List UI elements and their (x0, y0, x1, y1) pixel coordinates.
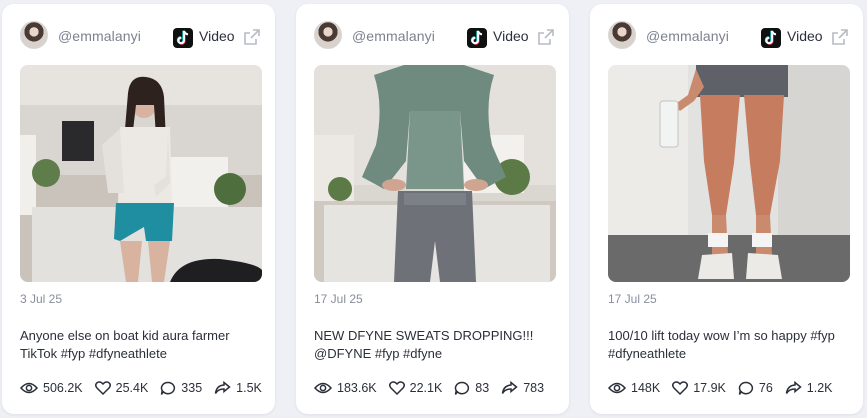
post-stats: 506.2K 25.4K 335 1.5K (20, 379, 274, 397)
tiktok-icon (761, 28, 781, 48)
heart-icon (672, 381, 689, 395)
tiktok-icon (173, 28, 193, 48)
comments-stat: 335 (160, 381, 202, 396)
post-card[interactable]: @emmalanyi Video (590, 4, 863, 414)
post-card[interactable]: @emmalanyi Video (2, 4, 275, 414)
shares-count: 1.5K (236, 381, 262, 395)
likes-count: 22.1K (409, 381, 443, 395)
post-caption: Anyone else on boat kid aura farmer TikT… (20, 328, 230, 361)
post-header: @emmalanyi Video (2, 4, 275, 62)
comment-icon (161, 381, 176, 395)
post-date: 3 Jul 25 (20, 292, 63, 306)
likes-stat: 22.1K (388, 381, 443, 395)
username[interactable]: @emmalanyi (646, 28, 729, 44)
avatar[interactable] (20, 21, 48, 49)
eye-icon (608, 382, 626, 394)
likes-count: 25.4K (115, 381, 149, 395)
avatar[interactable] (608, 21, 636, 49)
username[interactable]: @emmalanyi (58, 28, 141, 44)
share-icon (214, 381, 231, 394)
comment-icon (455, 381, 470, 395)
avatar[interactable] (314, 21, 342, 49)
eye-icon (314, 382, 332, 394)
post-caption: NEW DFYNE SWEATS DROPPING!!! @DFYNE #fyp… (314, 328, 534, 361)
comments-count: 335 (181, 381, 203, 395)
external-link-icon[interactable] (831, 28, 849, 46)
post-header: @emmalanyi Video (296, 4, 569, 62)
comments-count: 76 (758, 381, 773, 395)
external-link-icon[interactable] (243, 28, 261, 46)
video-thumbnail[interactable] (314, 65, 556, 282)
shares-stat: 1.5K (214, 381, 262, 395)
post-header: @emmalanyi Video (590, 4, 863, 62)
views-stat: 506.2K (20, 381, 83, 395)
likes-stat: 17.9K (672, 381, 726, 395)
comments-count: 83 (475, 381, 490, 395)
video-thumbnail[interactable] (20, 65, 262, 282)
likes-count: 17.9K (693, 381, 726, 395)
post-date: 17 Jul 25 (608, 292, 657, 306)
share-icon (785, 381, 802, 394)
post-card[interactable]: @emmalanyi Video (296, 4, 569, 414)
video-thumbnail[interactable] (608, 65, 850, 282)
platform-label: Video (199, 28, 235, 44)
views-count: 148K (631, 381, 661, 395)
post-date: 17 Jul 25 (314, 292, 363, 306)
heart-icon (94, 381, 111, 395)
post-stats: 183.6K 22.1K 83 783 (314, 379, 556, 397)
comment-icon (738, 381, 753, 395)
platform-label: Video (493, 28, 529, 44)
shares-stat: 1.2K (785, 381, 833, 395)
external-link-icon[interactable] (537, 28, 555, 46)
share-icon (501, 381, 518, 394)
shares-stat: 783 (501, 381, 544, 395)
eye-icon (20, 382, 38, 394)
likes-stat: 25.4K (94, 381, 149, 395)
comments-stat: 76 (738, 381, 773, 396)
views-count: 183.6K (337, 381, 377, 395)
tiktok-icon (467, 28, 487, 48)
platform-label: Video (787, 28, 823, 44)
post-caption: 100/10 lift today wow I’m so happy #fyp … (608, 328, 835, 361)
shares-count: 1.2K (806, 381, 833, 395)
views-stat: 148K (608, 381, 660, 395)
comments-stat: 83 (454, 381, 489, 396)
views-stat: 183.6K (314, 381, 377, 395)
username[interactable]: @emmalanyi (352, 28, 435, 44)
post-stats: 148K 17.9K 76 1.2K (608, 379, 845, 397)
views-count: 506.2K (43, 381, 83, 395)
heart-icon (388, 381, 405, 395)
shares-count: 783 (523, 381, 545, 395)
